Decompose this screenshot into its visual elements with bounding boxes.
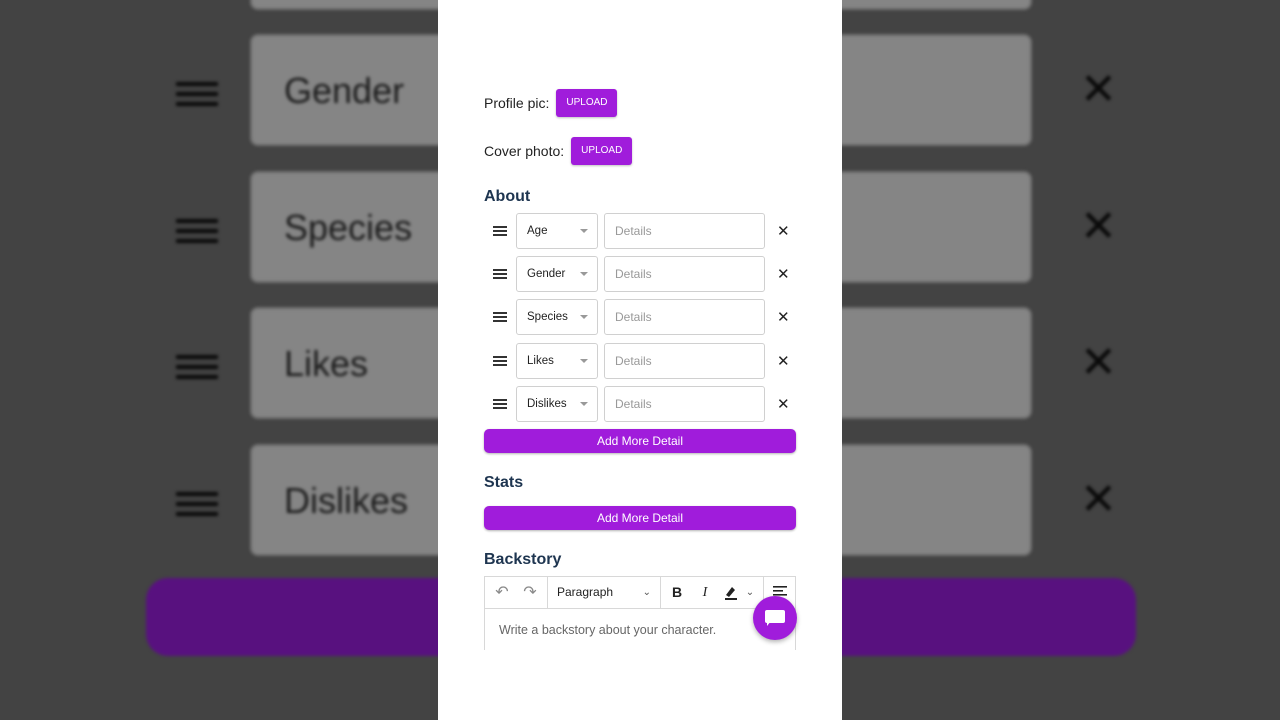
detail-type-value: Age (527, 225, 548, 237)
panel-bottom-area (438, 650, 842, 720)
about-row: Likes Details ✕ (484, 343, 804, 379)
cover-photo-row: Cover photo: UPLOAD (484, 137, 633, 165)
detail-type-value: Gender (527, 268, 566, 280)
detail-type-value: Species (527, 311, 568, 323)
dropdown-caret-icon (580, 359, 588, 363)
cover-photo-label: Cover photo: (484, 143, 565, 159)
stats-title: Stats (484, 474, 524, 491)
drag-handle-icon[interactable] (493, 356, 507, 368)
profile-pic-label: Profile pic: (484, 95, 550, 111)
about-row: Species Details ✕ (484, 299, 804, 335)
about-row: Gender Details ✕ (484, 256, 804, 292)
dropdown-caret-icon (580, 402, 588, 406)
editor-toolbar: ↶ ↷ Paragraph ⌄ B I ⌄ (485, 577, 795, 609)
chevron-down-icon: ⌄ (642, 587, 651, 598)
details-input[interactable]: Details (604, 256, 765, 292)
undo-icon[interactable]: ↶ (491, 577, 513, 608)
dropdown-caret-icon (580, 315, 588, 319)
detail-type-select[interactable]: Gender (516, 256, 598, 292)
detail-type-value: Dislikes (527, 398, 567, 410)
drag-handle-icon[interactable] (493, 399, 507, 411)
highlight-icon[interactable] (721, 577, 741, 608)
about-add-detail-button[interactable]: Add More Detail (484, 429, 796, 453)
toolbar-divider (547, 577, 548, 608)
detail-type-select[interactable]: Species (516, 299, 598, 335)
phone-panel: Profile pic: UPLOAD Cover photo: UPLOAD … (438, 0, 842, 720)
details-input[interactable]: Details (604, 299, 765, 335)
backstory-placeholder: Write a backstory about your character. (499, 623, 717, 637)
details-input[interactable]: Details (604, 343, 765, 379)
drag-handle-icon[interactable] (493, 312, 507, 324)
profile-pic-upload-button[interactable]: UPLOAD (556, 89, 618, 117)
chat-button[interactable] (753, 596, 797, 640)
profile-pic-row: Profile pic: UPLOAD (484, 89, 618, 117)
block-style-dropdown[interactable]: Paragraph ⌄ (549, 577, 659, 608)
remove-row-icon[interactable]: ✕ (777, 395, 790, 413)
block-style-value: Paragraph (557, 585, 614, 599)
detail-type-value: Likes (527, 355, 554, 367)
about-row: Dislikes Details ✕ (484, 386, 804, 422)
about-row: Age Details ✕ (484, 213, 804, 249)
details-input[interactable]: Details (604, 386, 765, 422)
remove-row-icon[interactable]: ✕ (777, 265, 790, 283)
cover-photo-upload-button[interactable]: UPLOAD (571, 137, 633, 165)
drag-handle-icon[interactable] (493, 269, 507, 281)
remove-row-icon[interactable]: ✕ (777, 352, 790, 370)
dropdown-caret-icon (580, 272, 588, 276)
bold-button[interactable]: B (667, 577, 687, 608)
backstory-title: Backstory (484, 551, 562, 568)
detail-type-select[interactable]: Dislikes (516, 386, 598, 422)
drag-handle-icon[interactable] (493, 226, 507, 238)
dropdown-caret-icon (580, 229, 588, 233)
chevron-down-icon[interactable]: ⌄ (743, 577, 757, 608)
chat-bubble-tail (767, 621, 771, 626)
about-title: About (484, 188, 531, 205)
redo-icon[interactable]: ↷ (519, 577, 541, 608)
detail-type-select[interactable]: Likes (516, 343, 598, 379)
stats-add-detail-button[interactable]: Add More Detail (484, 506, 796, 530)
remove-row-icon[interactable]: ✕ (777, 222, 790, 240)
details-input[interactable]: Details (604, 213, 765, 249)
detail-type-select[interactable]: Age (516, 213, 598, 249)
remove-row-icon[interactable]: ✕ (777, 308, 790, 326)
italic-button[interactable]: I (695, 577, 715, 608)
backstory-editor[interactable]: ↶ ↷ Paragraph ⌄ B I ⌄ Write a backstory … (484, 576, 796, 656)
toolbar-divider (660, 577, 661, 608)
